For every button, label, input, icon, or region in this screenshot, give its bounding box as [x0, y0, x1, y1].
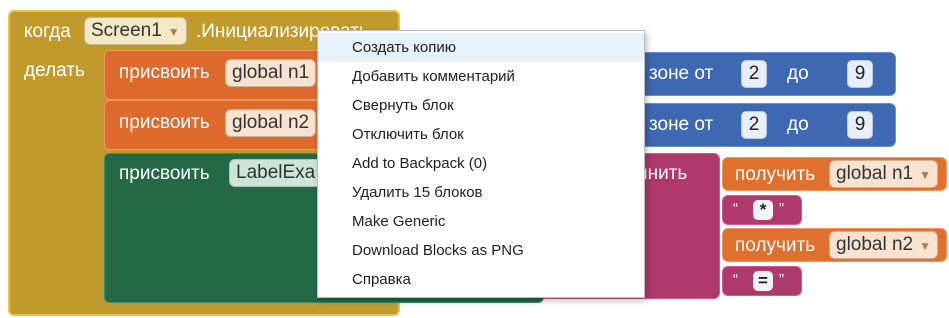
menu-item-delete-blocks[interactable]: Удалить 15 блоков — [318, 178, 644, 207]
dropdown-arrow-icon: ▼ — [919, 168, 932, 182]
dropdown-arrow-icon: ▼ — [919, 239, 932, 253]
menu-item-make-generic[interactable]: Make Generic — [318, 207, 644, 236]
menu-item-disable-block[interactable]: Отключить блок — [318, 120, 644, 149]
component-name: LabelExa — [236, 162, 316, 183]
to-label: до — [787, 114, 809, 135]
set-label: присвоить — [119, 62, 210, 83]
to-number[interactable]: 9 — [847, 60, 873, 88]
menu-item-add-to-backpack[interactable]: Add to Backpack (0) — [318, 149, 644, 178]
dropdown-arrow-icon: ▼ — [167, 25, 180, 39]
menu-item-download-png[interactable]: Download Blocks as PNG — [318, 236, 644, 265]
text-string-block[interactable]: “ * ” — [722, 195, 802, 225]
variable-name: global n1 — [836, 163, 914, 184]
get-global-n1-block[interactable]: получить global n1 ▼ — [722, 157, 947, 191]
to-number[interactable]: 9 — [847, 111, 873, 139]
variable-name: global n2 — [836, 234, 914, 255]
quote-open-icon: “ — [733, 271, 738, 288]
variable-dropdown[interactable]: global n2 ▼ — [829, 231, 939, 259]
when-label: когда — [24, 21, 71, 42]
quote-close-icon: ” — [779, 271, 784, 288]
block-context-menu: Создать копию Добавить комментарий Сверн… — [317, 30, 645, 298]
variable-dropdown[interactable]: global n1 — [225, 59, 317, 87]
menu-item-add-comment[interactable]: Добавить комментарий — [318, 62, 644, 91]
get-label: получить — [735, 235, 816, 256]
variable-dropdown[interactable]: global n1 ▼ — [829, 160, 939, 188]
quote-open-icon: “ — [733, 200, 738, 217]
from-number[interactable]: 2 — [741, 60, 767, 88]
menu-item-collapse-block[interactable]: Свернуть блок — [318, 91, 644, 120]
component-dropdown[interactable]: Screen1 ▼ — [84, 17, 187, 45]
variable-name: global n2 — [232, 112, 310, 133]
blocks-workspace[interactable]: когда Screen1 ▼ .Инициализировать делать … — [0, 0, 949, 318]
get-global-n2-block[interactable]: получить global n2 ▼ — [722, 228, 947, 262]
random-from-label: зоне от — [649, 114, 714, 135]
string-value[interactable]: * — [753, 200, 773, 220]
component-name: Screen1 — [91, 20, 162, 41]
from-number[interactable]: 2 — [741, 111, 767, 139]
menu-item-help[interactable]: Справка — [318, 265, 644, 294]
random-from-label: зоне от — [649, 63, 714, 84]
get-label: получить — [735, 164, 816, 185]
component-dropdown[interactable]: LabelExa — [229, 159, 323, 187]
variable-name: global n1 — [232, 62, 310, 83]
string-value[interactable]: = — [753, 271, 773, 291]
menu-item-duplicate[interactable]: Создать копию — [318, 33, 644, 62]
set-label: присвоить — [119, 163, 210, 184]
text-string-block[interactable]: “ = ” — [722, 266, 802, 296]
do-label: делать — [24, 60, 85, 81]
to-label: до — [787, 63, 809, 84]
variable-dropdown[interactable]: global n2 — [225, 109, 317, 137]
quote-close-icon: ” — [779, 200, 784, 217]
set-label: присвоить — [119, 112, 210, 133]
